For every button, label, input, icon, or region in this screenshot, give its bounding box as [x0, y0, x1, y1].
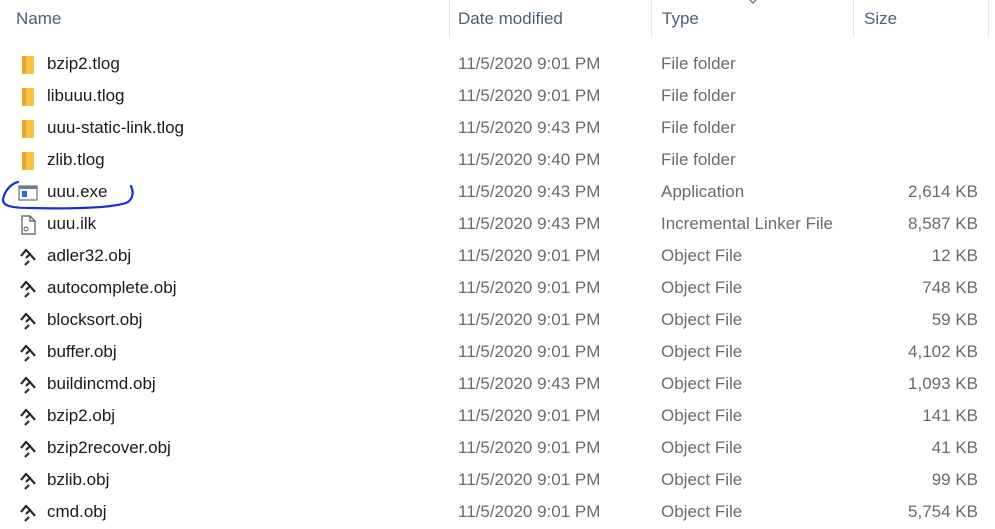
file-date-modified: 11/5/2020 9:43 PM	[458, 374, 601, 393]
file-row[interactable]: zlib.tlog 11/5/2020 9:40 PM File folder	[0, 144, 995, 176]
file-row[interactable]: bzip2.obj 11/5/2020 9:01 PM Object File 141…	[0, 400, 995, 432]
column-header-type[interactable]: Type	[662, 0, 699, 38]
file-row[interactable]: bzlib.obj 11/5/2020 9:01 PM Object File 99 …	[0, 464, 995, 496]
folder-icon	[17, 54, 39, 76]
file-date-modified: 11/5/2020 9:01 PM	[458, 246, 601, 265]
column-divider[interactable]	[449, 0, 450, 38]
file-row[interactable]: bzip2recover.obj 11/5/2020 9:01 PM Object …	[0, 432, 995, 464]
file-name[interactable]: autocomplete.obj	[47, 272, 176, 304]
file-row[interactable]: buildincmd.obj 11/5/2020 9:43 PM Object Fi…	[0, 368, 995, 400]
file-name[interactable]: libuuu.tlog	[47, 80, 125, 112]
file-type: File folder	[661, 118, 736, 137]
file-date-modified: 11/5/2020 9:43 PM	[458, 118, 601, 137]
object-file-icon	[17, 406, 39, 428]
application-icon	[17, 182, 39, 204]
file-size: 141 KB	[922, 406, 978, 425]
file-size: 748 KB	[922, 278, 978, 297]
file-name[interactable]: uuu.ilk	[47, 208, 96, 240]
file-row[interactable]: bzip2.tlog 11/5/2020 9:01 PM File folder	[0, 48, 995, 80]
file-size: 8,587 KB	[908, 214, 978, 233]
column-header-size[interactable]: Size	[864, 0, 897, 38]
file-row[interactable]: cmd.obj 11/5/2020 9:01 PM Object File 5,754…	[0, 496, 995, 528]
file-name[interactable]: uuu.exe	[47, 176, 108, 208]
object-file-icon	[17, 438, 39, 460]
file-row[interactable]: autocomplete.obj 11/5/2020 9:01 PM Object …	[0, 272, 995, 304]
file-list: bzip2.tlog 11/5/2020 9:01 PM File folder li…	[0, 48, 995, 528]
file-date-modified: 11/5/2020 9:01 PM	[458, 470, 601, 489]
file-row[interactable]: blocksort.obj 11/5/2020 9:01 PM Object Fil…	[0, 304, 995, 336]
file-name[interactable]: zlib.tlog	[47, 144, 105, 176]
file-name[interactable]: adler32.obj	[47, 240, 131, 272]
file-size: 5,754 KB	[908, 502, 978, 521]
file-name[interactable]: blocksort.obj	[47, 304, 142, 336]
column-divider[interactable]	[988, 0, 989, 38]
file-size: 12 KB	[931, 246, 978, 265]
file-size: 59 KB	[931, 310, 978, 329]
object-file-icon	[17, 278, 39, 300]
object-file-icon	[17, 470, 39, 492]
folder-icon	[17, 118, 39, 140]
file-date-modified: 11/5/2020 9:01 PM	[458, 438, 601, 457]
file-row[interactable]: adler32.obj 11/5/2020 9:01 PM Object File 1…	[0, 240, 995, 272]
file-row[interactable]: libuuu.tlog 11/5/2020 9:01 PM File folder	[0, 80, 995, 112]
file-name[interactable]: bzip2recover.obj	[47, 432, 171, 464]
file-date-modified: 11/5/2020 9:40 PM	[458, 150, 601, 169]
file-date-modified: 11/5/2020 9:01 PM	[458, 278, 601, 297]
file-icon	[17, 214, 39, 236]
folder-icon	[17, 86, 39, 108]
file-name[interactable]: bzip2.tlog	[47, 48, 120, 80]
file-date-modified: 11/5/2020 9:01 PM	[458, 54, 601, 73]
file-type: File folder	[661, 54, 736, 73]
file-row[interactable]: uuu-static-link.tlog 11/5/2020 9:43 PM Fil…	[0, 112, 995, 144]
file-row[interactable]: uuu.ilk 11/5/2020 9:43 PM Incremental Link…	[0, 208, 995, 240]
file-type: Object File	[661, 374, 743, 393]
file-size: 4,102 KB	[908, 342, 978, 361]
file-type: Object File	[661, 278, 743, 297]
object-file-icon	[17, 374, 39, 396]
file-type: Object File	[661, 438, 743, 457]
file-date-modified: 11/5/2020 9:01 PM	[458, 342, 601, 361]
file-name[interactable]: buffer.obj	[47, 336, 117, 368]
file-name[interactable]: uuu-static-link.tlog	[47, 112, 184, 144]
file-type: File folder	[661, 86, 736, 105]
object-file-icon	[17, 310, 39, 332]
column-header-bar: Name Date modified Type Size	[0, 0, 995, 38]
file-type: File folder	[661, 150, 736, 169]
file-size: 1,093 KB	[908, 374, 978, 393]
column-header-name[interactable]: Name	[16, 0, 61, 38]
file-size: 2,614 KB	[908, 182, 978, 201]
file-date-modified: 11/5/2020 9:43 PM	[458, 214, 601, 233]
file-date-modified: 11/5/2020 9:43 PM	[458, 182, 601, 201]
file-type: Application	[661, 182, 745, 201]
column-divider[interactable]	[651, 0, 652, 38]
object-file-icon	[17, 342, 39, 364]
file-type: Object File	[661, 406, 743, 425]
column-header-date-modified[interactable]: Date modified	[458, 0, 563, 38]
file-type: Incremental Linker File	[661, 214, 833, 233]
file-type: Object File	[661, 470, 743, 489]
object-file-icon	[17, 246, 39, 268]
file-date-modified: 11/5/2020 9:01 PM	[458, 86, 601, 105]
column-divider[interactable]	[853, 0, 854, 38]
file-type: Object File	[661, 310, 743, 329]
file-name[interactable]: cmd.obj	[47, 496, 107, 528]
file-name[interactable]: bzip2.obj	[47, 400, 115, 432]
file-date-modified: 11/5/2020 9:01 PM	[458, 406, 601, 425]
file-type: Object File	[661, 502, 743, 521]
file-row[interactable]: buffer.obj 11/5/2020 9:01 PM Object File 4,…	[0, 336, 995, 368]
file-type: Object File	[661, 342, 743, 361]
file-type: Object File	[661, 246, 743, 265]
file-date-modified: 11/5/2020 9:01 PM	[458, 502, 601, 521]
object-file-icon	[17, 502, 39, 524]
file-name[interactable]: buildincmd.obj	[47, 368, 156, 400]
folder-icon	[17, 150, 39, 172]
file-name[interactable]: bzlib.obj	[47, 464, 109, 496]
file-row[interactable]: uuu.exe 11/5/2020 9:43 PM Application 2,614…	[0, 176, 995, 208]
file-size: 41 KB	[931, 438, 978, 457]
file-size: 99 KB	[931, 470, 978, 489]
file-date-modified: 11/5/2020 9:01 PM	[458, 310, 601, 329]
sort-arrow-icon	[749, 0, 757, 4]
